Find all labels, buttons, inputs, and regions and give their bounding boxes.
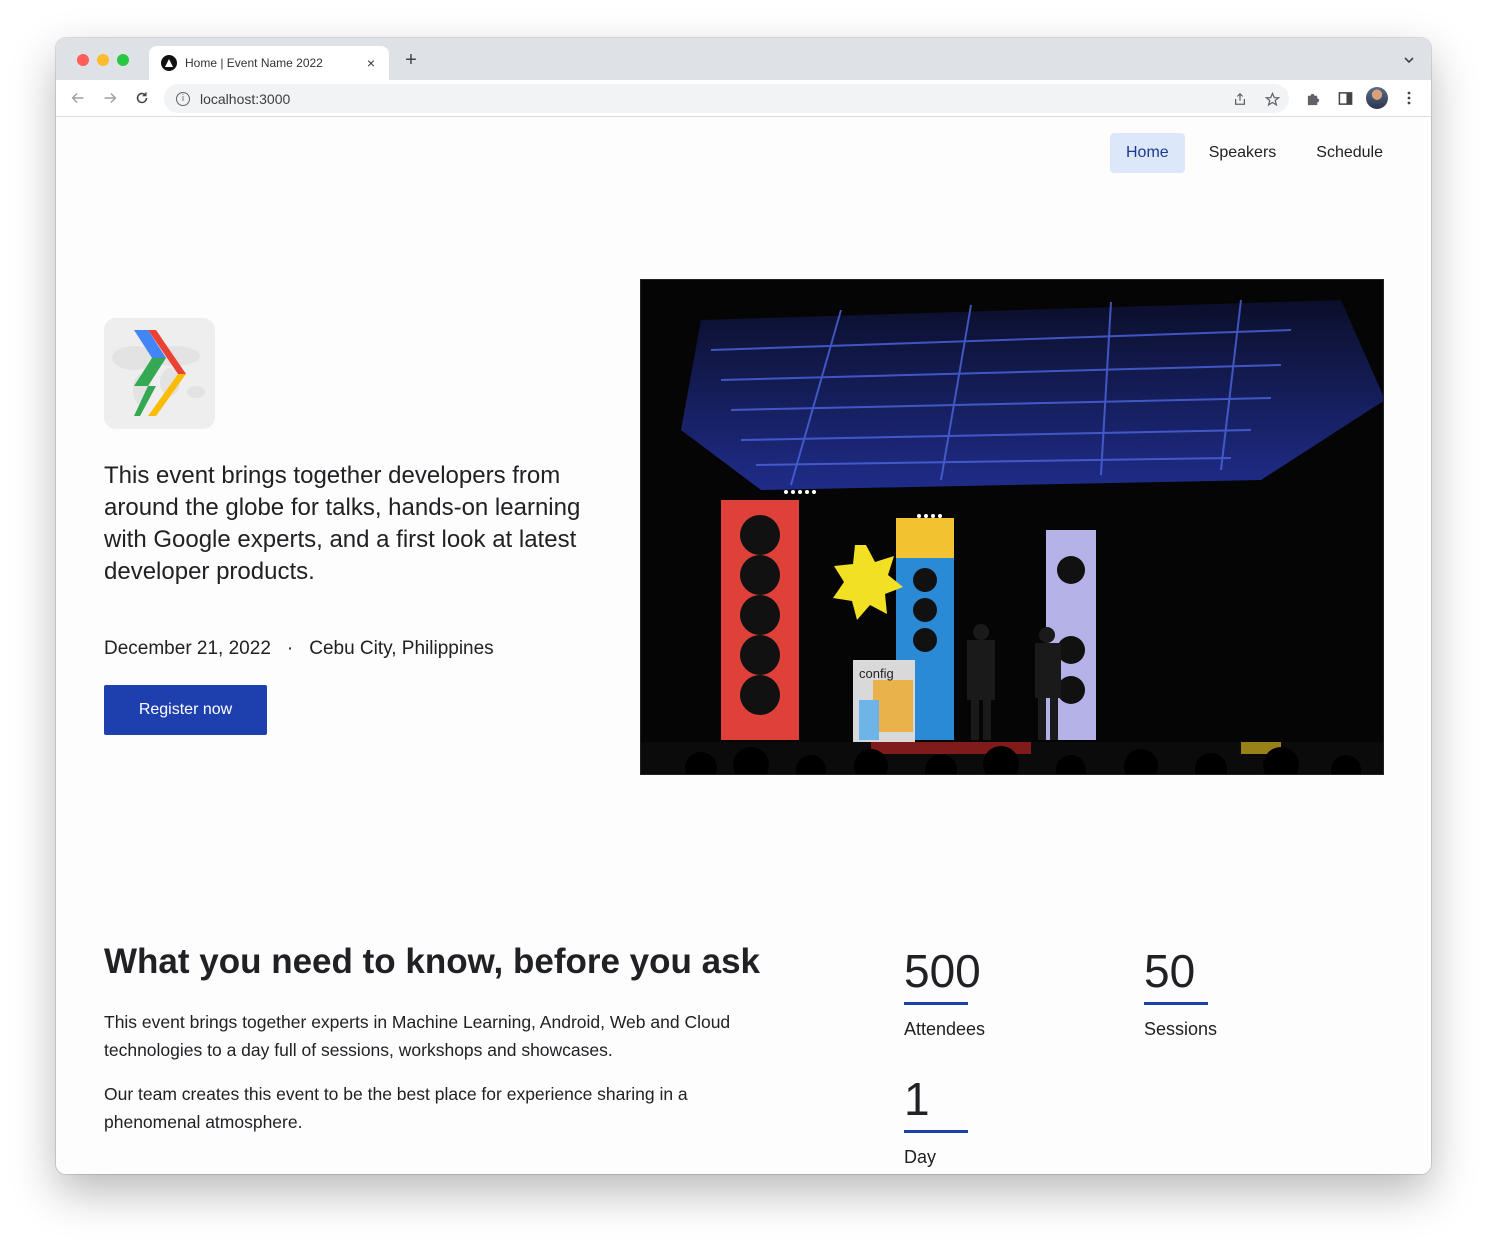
more-menu-icon[interactable] — [1401, 90, 1417, 106]
share-icon[interactable] — [1232, 91, 1248, 107]
tab-title: Home | Event Name 2022 — [185, 56, 323, 70]
event-logo — [104, 318, 215, 429]
nav-item-schedule[interactable]: Schedule — [1300, 133, 1399, 173]
reload-icon[interactable] — [132, 88, 152, 108]
profile-avatar[interactable] — [1366, 87, 1388, 109]
url-text: localhost:3000 — [200, 90, 291, 107]
stat-underline — [904, 1130, 968, 1133]
close-window-button[interactable] — [77, 54, 89, 66]
back-arrow-icon[interactable] — [68, 88, 88, 108]
browser-toolbar: i localhost:3000 — [56, 80, 1431, 117]
about-paragraph-2: Our team creates this event to be the be… — [104, 1084, 688, 1132]
stat-label: Day — [904, 1147, 937, 1167]
hero-description: This event brings together developers fr… — [104, 462, 581, 585]
stat-label: Attendees — [904, 1019, 986, 1039]
bookmark-star-icon[interactable] — [1264, 91, 1280, 107]
address-bar[interactable]: i localhost:3000 — [164, 84, 1289, 113]
stat-value: 500 — [904, 945, 981, 997]
page-content: Home Speakers Schedule This event brings… — [56, 118, 1431, 1174]
forward-arrow-icon[interactable] — [100, 88, 120, 108]
site-info-icon[interactable]: i — [176, 91, 190, 106]
section-title: What you need to know, before you ask — [104, 942, 761, 981]
nav-item-home[interactable]: Home — [1110, 133, 1185, 173]
register-now-button[interactable]: Register now — [104, 685, 267, 735]
tab-strip: Home | Event Name 2022 × + — [56, 38, 1431, 80]
side-panel-icon[interactable] — [1337, 90, 1353, 106]
browser-window: Home | Event Name 2022 × + i localhost:3… — [56, 38, 1431, 1174]
main-navigation: Home Speakers Schedule — [1102, 133, 1399, 173]
about-paragraph-1: This event brings together experts in Ma… — [104, 1012, 731, 1060]
event-location: Cebu City, Philippines — [309, 638, 494, 659]
tab-close-icon[interactable]: × — [363, 55, 379, 71]
browser-tab[interactable]: Home | Event Name 2022 × — [149, 46, 389, 80]
stat-sessions: 50 Sessions — [1144, 946, 1217, 1040]
maximize-window-button[interactable] — [117, 54, 129, 66]
minimize-window-button[interactable] — [97, 54, 109, 66]
stat-value: 50 — [1144, 945, 1196, 997]
stat-attendees: 500 Attendees — [904, 946, 985, 1040]
stat-underline — [904, 1002, 968, 1005]
stat-underline — [1144, 1002, 1208, 1005]
new-tab-button[interactable]: + — [401, 50, 421, 70]
meta-separator: · — [286, 638, 294, 659]
stat-label: Sessions — [1144, 1019, 1218, 1039]
chevron-down-icon[interactable] — [1401, 52, 1417, 68]
stat-days: 1 Day — [904, 1074, 968, 1168]
hero-stage-photo: config — [640, 279, 1384, 775]
event-meta: December 21, 2022 · Cebu City, Philippin… — [104, 638, 494, 660]
nav-item-speakers[interactable]: Speakers — [1193, 133, 1293, 173]
event-date: December 21, 2022 — [104, 638, 271, 659]
stage-sign: config — [859, 666, 894, 681]
extensions-puzzle-icon[interactable] — [1305, 90, 1321, 106]
favicon-icon — [161, 55, 177, 71]
stat-value: 1 — [904, 1073, 930, 1125]
